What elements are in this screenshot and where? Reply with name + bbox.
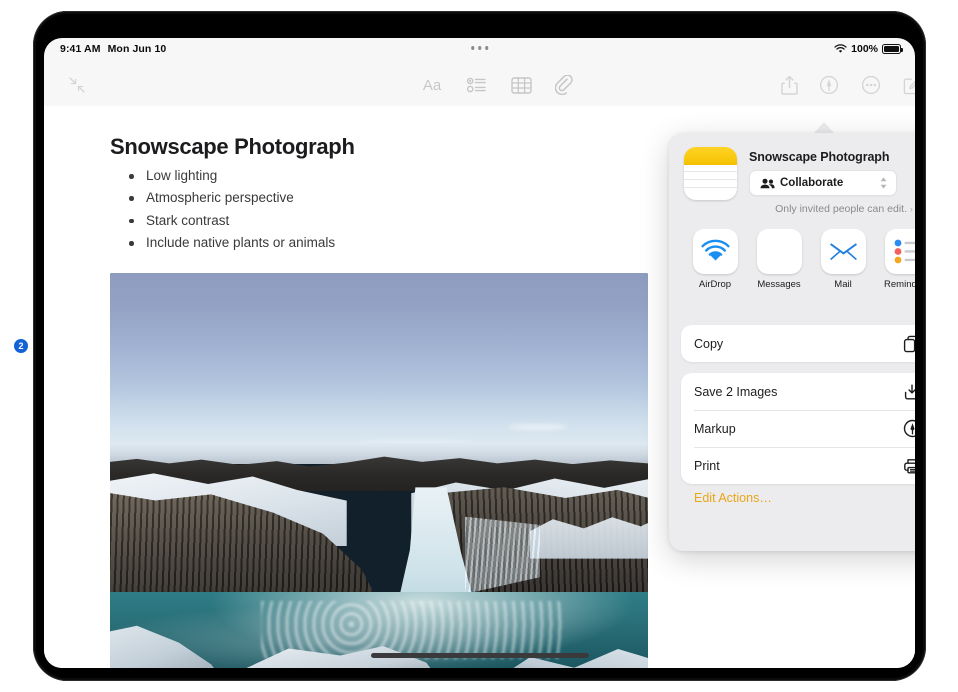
format-aa-button[interactable]: Aa (417, 70, 447, 100)
share-action-copy[interactable]: Copy (681, 325, 915, 362)
share-permission-note[interactable]: Only invited people can edit. › (749, 203, 915, 215)
share-target-label: AirDrop (699, 279, 731, 290)
wifi-icon (834, 44, 847, 54)
home-indicator[interactable] (371, 653, 589, 658)
note-bullet-list: Low lighting Atmospheric perspective Sta… (122, 168, 335, 258)
battery-full-icon (882, 44, 901, 54)
multitasking-ellipsis-icon[interactable] (471, 46, 489, 50)
share-target-airdrop[interactable]: AirDrop (683, 229, 747, 290)
people-icon (760, 178, 775, 189)
list-item: Include native plants or animals (122, 235, 335, 252)
collaborate-label: Collaborate (780, 177, 843, 189)
note-title: Snowscape Photograph (110, 134, 355, 160)
list-item: Low lighting (122, 168, 335, 185)
permission-text: Only invited people can edit. (775, 203, 907, 215)
markup-icon[interactable] (814, 70, 844, 100)
photo-foam (261, 601, 562, 660)
collaborate-dropdown[interactable]: Collaborate (749, 170, 897, 196)
more-icon[interactable] (856, 70, 886, 100)
notes-app-icon (684, 147, 737, 200)
status-time: 9:41 AM (60, 43, 101, 55)
note-photo-attachment[interactable] (110, 273, 648, 668)
edit-actions-button[interactable]: Edit Actions… (694, 491, 772, 505)
share-sheet-popover: Snowscape Photograph Collaborate (669, 133, 915, 551)
ipad-screen: 9:41 AM Mon Jun 10 (44, 38, 915, 668)
share-doc-title: Snowscape Photograph (749, 150, 889, 164)
share-target-label: Mail (834, 279, 851, 290)
note-toolbar: Aa (44, 64, 915, 106)
collapse-icon[interactable] (62, 70, 92, 100)
list-item: Stark contrast (122, 213, 335, 230)
share-action-label: Markup (694, 422, 901, 436)
share-action-markup[interactable]: Markup (681, 410, 915, 447)
dot (471, 46, 475, 50)
copy-icon (901, 333, 915, 355)
table-icon[interactable] (506, 70, 536, 100)
status-bar-right: 100% (834, 43, 901, 55)
share-action-group-secondary: Save 2 Images Markup (681, 373, 915, 484)
share-sheet-header: Snowscape Photograph Collaborate (669, 133, 915, 229)
share-target-messages[interactable]: Messages (747, 229, 811, 290)
share-action-label: Copy (694, 337, 901, 351)
markup-pen-icon (901, 418, 915, 440)
share-target-label: Messages (757, 279, 800, 290)
share-target-label: Reminders (884, 279, 915, 290)
checklist-icon[interactable] (462, 70, 492, 100)
dot (485, 46, 489, 50)
chevron-up-down-icon (879, 176, 888, 190)
attachment-icon[interactable] (549, 70, 579, 100)
status-bar: 9:41 AM Mon Jun 10 (44, 38, 915, 64)
dot (478, 46, 482, 50)
screenshot-stage: 2 9:41 AM Mon Jun 10 (0, 0, 958, 692)
compose-icon[interactable] (897, 70, 915, 100)
share-targets-row[interactable]: AirDrop Messages (669, 229, 915, 309)
share-action-save-images[interactable]: Save 2 Images (681, 373, 915, 410)
ipad-device-frame: 9:41 AM Mon Jun 10 (33, 11, 926, 681)
save-image-icon (901, 381, 915, 403)
share-action-group-primary: Copy (681, 325, 915, 362)
list-item: Atmospheric perspective (122, 190, 335, 207)
messages-app-icon (757, 229, 802, 274)
share-action-label: Save 2 Images (694, 385, 901, 399)
battery-percent: 100% (851, 43, 878, 55)
mail-app-icon (821, 229, 866, 274)
format-aa-label: Aa (423, 77, 441, 94)
reminders-app-icon (885, 229, 916, 274)
chevron-right-icon: › (910, 204, 913, 214)
share-target-mail[interactable]: Mail (811, 229, 875, 290)
share-target-reminders[interactable]: Reminders (875, 229, 915, 290)
status-bar-left: 9:41 AM Mon Jun 10 (60, 43, 166, 55)
printer-icon (901, 455, 915, 477)
status-date: Mon Jun 10 (108, 43, 167, 55)
airdrop-icon (693, 229, 738, 274)
annotation-callout-2: 2 (14, 339, 28, 353)
share-action-print[interactable]: Print (681, 447, 915, 484)
share-icon[interactable] (774, 70, 804, 100)
share-action-label: Print (694, 459, 901, 473)
